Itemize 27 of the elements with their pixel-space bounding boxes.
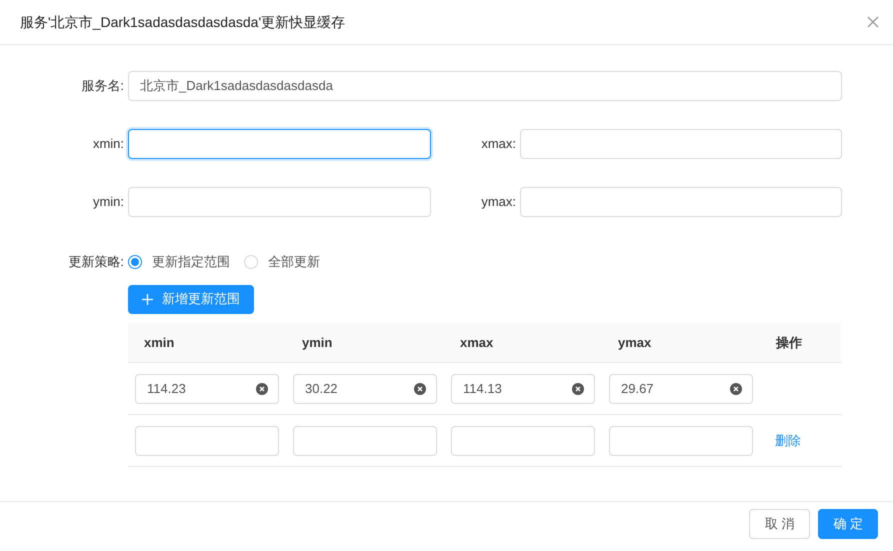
- field-label: 更新策略:: [67, 253, 125, 271]
- radio-option[interactable]: 更新指定范围: [128, 252, 230, 272]
- clear-icon[interactable]: [256, 382, 268, 394]
- column-header: ymin: [302, 334, 332, 350]
- plus-icon: [142, 294, 153, 304]
- cancel-button[interactable]: 取 消: [748, 509, 810, 539]
- clear-icon[interactable]: [414, 382, 426, 394]
- input-field[interactable]: 30.22: [293, 374, 437, 404]
- clear-icon[interactable]: [572, 382, 584, 394]
- input-field[interactable]: 114.23: [135, 374, 279, 404]
- field-label: 服务名:: [80, 77, 125, 96]
- field-label: ymin:: [92, 193, 125, 212]
- input-field[interactable]: [128, 129, 431, 159]
- field-label: xmin:: [92, 135, 125, 154]
- field-label: ymax:: [480, 193, 517, 212]
- radio-option[interactable]: 全部更新: [244, 252, 320, 272]
- dialog-title: 服务'北京市_Dark1sadasdasdasdasda'更新快显缓存: [20, 12, 346, 32]
- column-header: xmin: [144, 334, 174, 350]
- column-header: ymax: [618, 334, 652, 350]
- column-header: 操作: [776, 334, 802, 350]
- input-field[interactable]: 114.13: [451, 374, 595, 404]
- column-header: xmax: [460, 334, 494, 350]
- input-field[interactable]: 29.67: [609, 374, 753, 404]
- clear-icon[interactable]: [730, 382, 742, 394]
- input-field[interactable]: 北京市_Dark1sadasdasdasdasda: [128, 71, 842, 101]
- close-icon[interactable]: [867, 16, 879, 28]
- field-label: xmax:: [480, 135, 517, 154]
